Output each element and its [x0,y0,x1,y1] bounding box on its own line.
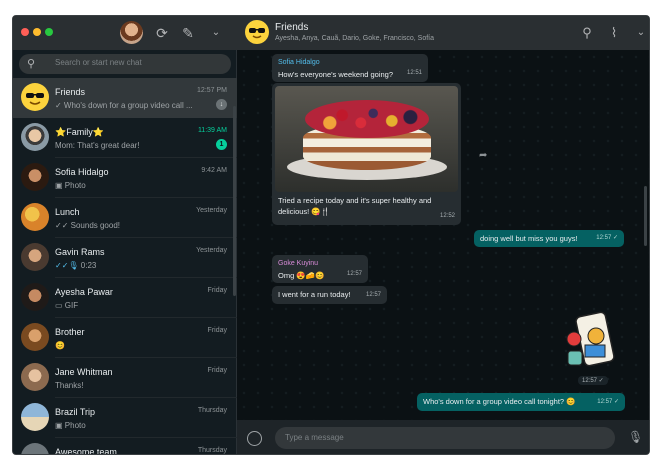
conversation-header[interactable]: Friends Ayesha, Anya, Cauã, Dario, Goke,… [237,16,649,50]
pin-icon: ↓ [216,99,227,110]
chat-item-awesome-team[interactable]: Awesome team Thursday [13,438,237,454]
message-input[interactable]: Type a message [275,427,615,449]
search-icon[interactable]: ⚲ [579,25,595,41]
gif-icon: ▭ [55,301,65,310]
image-message-bubble[interactable]: Tried a recipe today and it's super heal… [272,83,461,225]
avatar [21,323,49,351]
message-bubble[interactable]: Goke Kuyinu Omg 😍🧀😊 12:57 [272,255,368,283]
group-title: Friends [275,22,309,33]
menu-chevron-icon[interactable]: ⌄ [207,24,225,42]
menu-chevron-icon[interactable]: ⌄ [633,25,649,41]
message-bubble[interactable]: I went for a run today! 12:57 [272,286,387,304]
microphone-icon[interactable]: 🎙 [628,430,643,444]
sunglasses-emoji-icon [21,83,49,111]
chat-item-brazil-trip[interactable]: Brazil Trip ▣ Photo Thursday [13,398,237,438]
compose-bar: Type a message 🎙 [237,420,649,454]
avatar [21,283,49,311]
chat-item-family[interactable]: ⭐Family⭐ Mom: That's great dear! 11:39 A… [13,118,237,158]
chat-item-lunch[interactable]: Lunch ✓✓ Sounds good! Yesterday [13,198,237,238]
forward-icon[interactable]: ➦ [479,150,487,161]
sidebar: ⟳ ✎ ⌄ ⚲ Search or start new chat Friends… [13,16,237,454]
chat-item-brother[interactable]: Brother 😊 Friday [13,318,237,358]
avatar [21,163,49,191]
group-members: Ayesha, Anya, Cauã, Dario, Goke, Francis… [275,35,435,42]
close-window-button[interactable] [21,28,29,36]
mic-icon: ✓✓🎙 [55,261,81,270]
search-input[interactable]: ⚲ Search or start new chat [19,54,231,74]
sticker-video-call[interactable] [562,311,620,373]
chat-item-friends[interactable]: Friends ✓ Who's down for a group video c… [13,78,237,118]
chat-item-gavin[interactable]: Gavin Rams ✓✓🎙 0:23 Yesterday [13,238,237,278]
unread-badge: 1 [216,139,227,150]
message-bubble[interactable]: doing well but miss you guys! 12:57 ✓ [474,230,624,247]
chat-item-sofia[interactable]: Sofia Hidalgo ▣ Photo 9:42 AM [13,158,237,198]
sunglasses-emoji-icon[interactable] [245,20,269,44]
avatar [21,243,49,271]
photo-icon: ▣ [55,181,65,190]
avatar [21,203,49,231]
avatar [21,123,49,151]
profile-avatar[interactable] [120,21,143,44]
status-icon[interactable]: ⟳ [153,24,171,42]
avatar [21,363,49,391]
cake-photo[interactable] [275,86,458,192]
sidebar-scrollbar[interactable] [233,106,236,296]
chat-scrollbar[interactable] [644,186,647,246]
chat-item-jane[interactable]: Jane Whitman Thanks! Friday [13,358,237,398]
emoji-icon[interactable] [247,431,262,446]
minimize-window-button[interactable] [33,28,41,36]
chat-item-ayesha[interactable]: Ayesha Pawar ▭ GIF Friday [13,278,237,318]
search-icon: ⚲ [27,58,36,70]
conversation-pane: Friends Ayesha, Anya, Cauã, Dario, Goke,… [237,16,649,454]
attach-icon[interactable]: ⌇ [606,25,622,41]
sidebar-header: ⟳ ✎ ⌄ [13,16,237,50]
photo-icon: ▣ [55,421,65,430]
new-chat-icon[interactable]: ✎ [179,24,197,42]
avatar [21,443,49,454]
avatar [21,403,49,431]
message-bubble[interactable]: Sofia Hidalgo How's everyone's weekend g… [272,54,428,82]
message-bubble[interactable]: Who's down for a group video call tonigh… [417,393,625,411]
app-window: ⟳ ✎ ⌄ ⚲ Search or start new chat Friends… [12,15,650,455]
zoom-window-button[interactable] [45,28,53,36]
